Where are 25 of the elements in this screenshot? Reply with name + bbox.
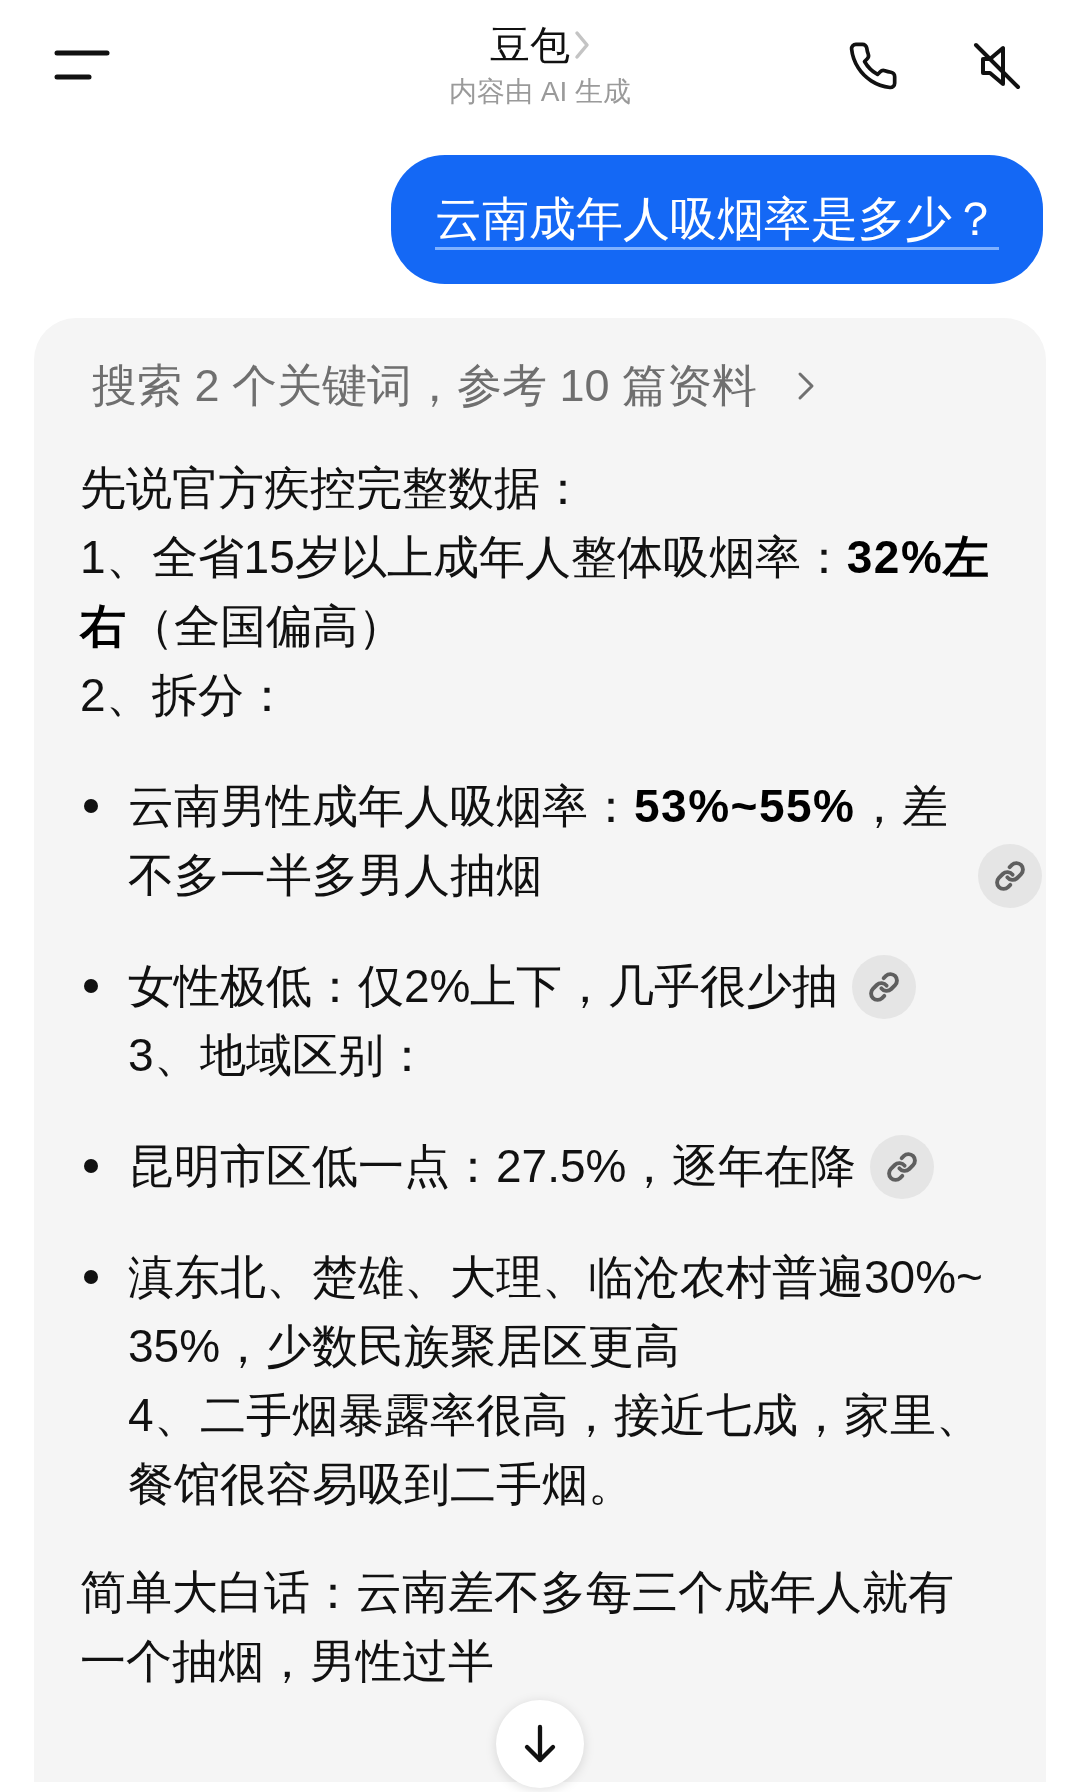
chat-subtitle: 内容由 AI 生成: [449, 75, 631, 109]
phone-icon[interactable]: [847, 40, 899, 92]
bullet-text: 女性极低：仅2%上下，几乎很少抽: [128, 959, 839, 1014]
answer-text: 简单大白话：云南差不多每三个成年人就有一个抽烟，男性过半: [80, 1565, 955, 1689]
answer-text: 2、拆分：: [80, 668, 290, 723]
chat-title[interactable]: 豆包: [490, 20, 570, 70]
bullet-icon: [84, 979, 98, 993]
bullet-text: 4、二手烟暴露率很高，接近七成，家里、餐馆很容易吸到二手烟。: [128, 1388, 983, 1512]
search-summary-button[interactable]: 搜索 2 个关键词，参考 10 篇资料: [80, 358, 816, 414]
bullet-text: 滇东北、楚雄、大理、临沧农村普遍30%~35%，少数民族聚居区更高: [128, 1250, 984, 1374]
link-icon[interactable]: [852, 955, 917, 1019]
bullet-text: 3、地域区别：: [128, 1028, 430, 1083]
chevron-right-icon: [797, 371, 816, 401]
bullet-text: 昆明市区低一点：27.5%，逐年在降: [128, 1139, 857, 1194]
bullet-icon: [84, 1270, 98, 1284]
bullet-icon: [84, 799, 98, 813]
answer-text: 先说官方疾控完整数据：: [80, 461, 586, 516]
bullet-text: 云南男性成年人吸烟率：53%~55%，差不多一半多男人抽烟: [128, 779, 949, 903]
speaker-muted-icon[interactable]: [971, 40, 1023, 92]
user-message: 云南成年人吸烟率是多少？: [391, 155, 1043, 284]
menu-icon[interactable]: [54, 50, 110, 80]
link-icon[interactable]: [870, 1135, 935, 1199]
answer-text: 1、全省15岁以上成年人整体吸烟率：32%左右（全国偏高）: [80, 530, 992, 654]
link-icon[interactable]: [978, 844, 1042, 908]
bullet-icon: [84, 1159, 98, 1173]
